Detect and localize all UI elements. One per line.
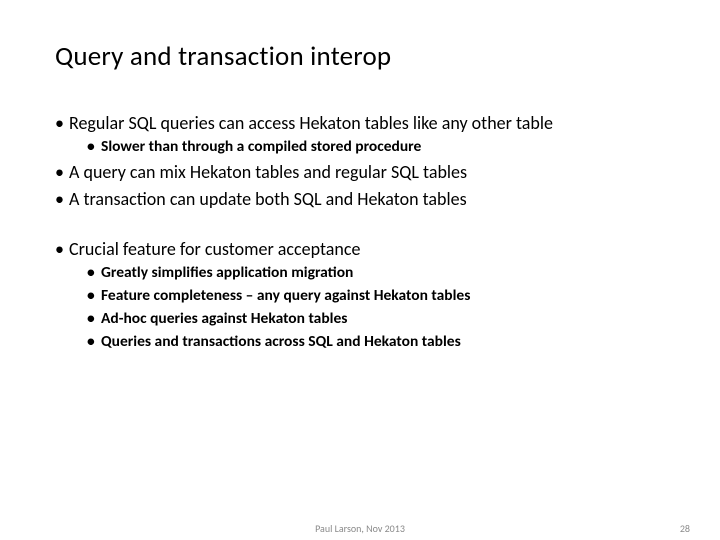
- slide: Query and transaction interop Regular SQ…: [0, 0, 720, 540]
- footer-page-number: 28: [680, 522, 690, 535]
- bullet-level2: Feature completeness – any query against…: [55, 286, 665, 307]
- bullet-level2: Queries and transactions across SQL and …: [55, 332, 665, 353]
- bullet-level1: Regular SQL queries can access Hekaton t…: [55, 111, 665, 135]
- bullet-level1: Crucial feature for customer acceptance: [55, 237, 665, 261]
- bullet-level2: Greatly simplifies application migration: [55, 263, 665, 284]
- footer-author-date: Paul Larson, Nov 2013: [315, 522, 405, 535]
- bullet-level1: A query can mix Hekaton tables and regul…: [55, 160, 665, 184]
- bullet-level2: Ad-hoc queries against Hekaton tables: [55, 309, 665, 330]
- bullet-level2: Slower than through a compiled stored pr…: [55, 137, 665, 158]
- spacer: [55, 213, 665, 237]
- bullet-list: Regular SQL queries can access Hekaton t…: [55, 111, 665, 353]
- bullet-level1: A transaction can update both SQL and He…: [55, 187, 665, 211]
- slide-title: Query and transaction interop: [55, 40, 665, 73]
